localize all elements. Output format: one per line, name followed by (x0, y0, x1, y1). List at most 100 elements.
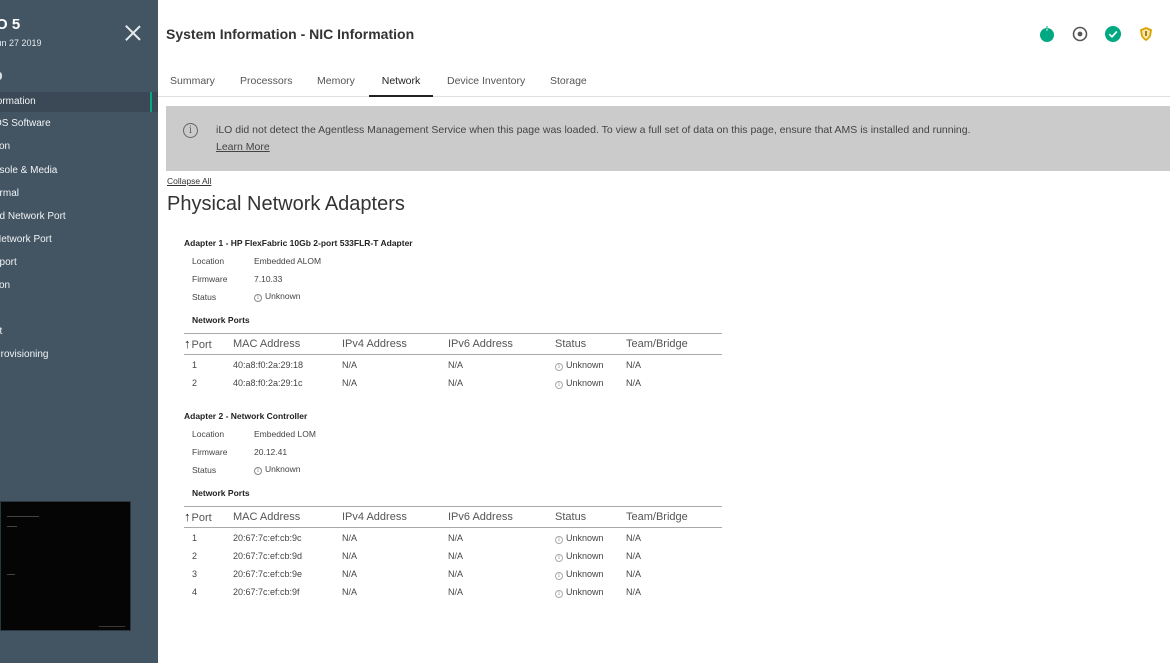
unknown-status-icon: i (254, 467, 262, 475)
sidebar-item-shared-network-port[interactable]: Network Port (0, 230, 158, 250)
banner-message: iLO did not detect the Agentless Managem… (216, 124, 971, 136)
table-row: 4 20:67:7c:ef:cb:9f N/A N/A i Unknown N/A (184, 584, 722, 602)
adapter-title[interactable]: Adapter 2 - Network Controller (184, 411, 307, 421)
mac-cell: 20:67:7c:ef:cb:9d (233, 551, 303, 561)
table-header: ↑Port MAC Address IPv4 Address IPv6 Addr… (184, 333, 722, 355)
status-label: Status (192, 465, 217, 475)
sidebar-item-support[interactable]: pport (0, 253, 158, 273)
table-row: 2 20:67:7c:ef:cb:9d N/A N/A i Unknown N/A (184, 548, 722, 566)
ipv4-cell: N/A (342, 587, 358, 597)
sidebar-item-provisioning[interactable]: Provisioning (0, 345, 158, 365)
sort-ascending-icon: ↑ (184, 509, 191, 524)
health-ok-icon[interactable] (1105, 26, 1121, 42)
port-cell: 2 (192, 378, 198, 388)
ipv6-cell: N/A (448, 378, 464, 388)
ipv4-cell: N/A (342, 551, 358, 561)
sidebar-item-administration[interactable]: tion (0, 276, 158, 296)
location-label: Location (192, 256, 225, 266)
mac-cell: 40:a8:f0:2a:29:18 (233, 360, 304, 370)
column-status[interactable]: Status (555, 338, 586, 350)
collapse-all-link[interactable]: Collapse All (167, 176, 211, 186)
sidebar-item-management[interactable]: nt (0, 322, 158, 342)
column-ipv6[interactable]: IPv6 Address (448, 338, 513, 350)
port-cell: 3 (192, 569, 198, 579)
close-sidebar-button[interactable] (124, 24, 142, 42)
ipv6-cell: N/A (448, 533, 464, 543)
section-heading: Physical Network Adapters (167, 193, 405, 215)
unknown-status-icon: i (555, 381, 563, 389)
tab-memory[interactable]: Memory (317, 66, 355, 97)
location-value: Embedded ALOM (254, 256, 322, 266)
team-cell: N/A (626, 360, 642, 370)
firmware-label: Firmware (192, 274, 228, 284)
status-icons (1039, 26, 1154, 42)
page-header: System Information - NIC Information Sum… (158, 0, 1170, 98)
team-cell: N/A (626, 378, 642, 388)
status-value: i Unknown (254, 291, 300, 302)
status-label: Status (192, 292, 217, 302)
status-cell: i Unknown (555, 533, 604, 544)
table-row: 2 40:a8:f0:2a:29:1c N/A N/A i Unknown N/A (184, 375, 722, 393)
column-mac[interactable]: MAC Address (233, 511, 300, 523)
column-port[interactable]: ↑Port (184, 336, 212, 351)
unknown-status-icon: i (555, 554, 563, 562)
network-ports-heading[interactable]: Network Ports (192, 488, 250, 498)
unknown-status-icon: i (555, 572, 563, 580)
ams-warning-banner: i iLO did not detect the Agentless Manag… (166, 106, 1170, 171)
column-ipv4[interactable]: IPv4 Address (342, 511, 407, 523)
column-status[interactable]: Status (555, 511, 586, 523)
ipv6-cell: N/A (448, 360, 464, 370)
power-status-icon[interactable] (1039, 26, 1055, 42)
column-team-bridge[interactable]: Team/Bridge (626, 511, 688, 523)
tab-processors[interactable]: Processors (240, 66, 293, 97)
column-ipv6[interactable]: IPv6 Address (448, 511, 513, 523)
learn-more-link[interactable]: Learn More (216, 141, 270, 153)
column-mac[interactable]: MAC Address (233, 338, 300, 350)
tab-summary[interactable]: Summary (170, 66, 215, 97)
firmware-value: 20.12.41 (254, 447, 288, 457)
table-header: ↑Port MAC Address IPv4 Address IPv6 Addr… (184, 506, 722, 528)
table-row: 3 20:67:7c:ef:cb:9e N/A N/A i Unknown N/A (184, 566, 722, 584)
sidebar-item-information[interactable]: formation (0, 92, 158, 112)
sidebar-item-dedicated-network-port[interactable]: ed Network Port (0, 207, 158, 227)
tab-device-inventory[interactable]: Device Inventory (447, 66, 525, 97)
unknown-status-icon: i (254, 294, 262, 302)
team-cell: N/A (626, 587, 642, 597)
security-shield-icon[interactable] (1138, 26, 1154, 42)
sidebar-item-thermal[interactable]: ermal (0, 184, 158, 204)
ipv4-cell: N/A (342, 378, 358, 388)
tab-storage[interactable]: Storage (550, 66, 587, 97)
adapter-title[interactable]: Adapter 1 - HP FlexFabric 10Gb 2-port 53… (184, 238, 413, 248)
tab-network[interactable]: Network (369, 66, 433, 97)
sidebar: O 5 Jun 27 2019 formation OS Software ti… (0, 0, 158, 663)
sort-ascending-icon: ↑ (184, 336, 191, 351)
sidebar-item-os-software[interactable]: OS Software (0, 114, 158, 134)
team-cell: N/A (626, 569, 642, 579)
nav-bullet-icon (0, 72, 2, 80)
column-ipv4[interactable]: IPv4 Address (342, 338, 407, 350)
sidebar-item-configuration[interactable]: tion (0, 137, 158, 157)
firmware-label: Firmware (192, 447, 228, 457)
column-team-bridge[interactable]: Team/Bridge (626, 338, 688, 350)
status-cell: i Unknown (555, 551, 604, 562)
mac-cell: 20:67:7c:ef:cb:9f (233, 587, 300, 597)
ipv4-cell: N/A (342, 533, 358, 543)
status-value: i Unknown (254, 464, 300, 475)
sidebar-item-console-media[interactable]: nsole & Media (0, 161, 158, 181)
port-cell: 4 (192, 587, 198, 597)
status-cell: i Unknown (555, 569, 604, 580)
brand-date: Jun 27 2019 (0, 38, 42, 48)
ipv4-cell: N/A (342, 360, 358, 370)
brand-title: O 5 (0, 16, 21, 33)
location-label: Location (192, 429, 225, 439)
column-port[interactable]: ↑Port (184, 509, 212, 524)
status-cell: i Unknown (555, 378, 604, 389)
network-ports-heading[interactable]: Network Ports (192, 315, 250, 325)
team-cell: N/A (626, 533, 642, 543)
remote-console-thumbnail[interactable] (0, 501, 131, 631)
mac-cell: 20:67:7c:ef:cb:9e (233, 569, 303, 579)
unknown-status-icon: i (555, 590, 563, 598)
port-cell: 2 (192, 551, 198, 561)
uid-indicator-icon[interactable] (1072, 26, 1088, 42)
ipv4-cell: N/A (342, 569, 358, 579)
